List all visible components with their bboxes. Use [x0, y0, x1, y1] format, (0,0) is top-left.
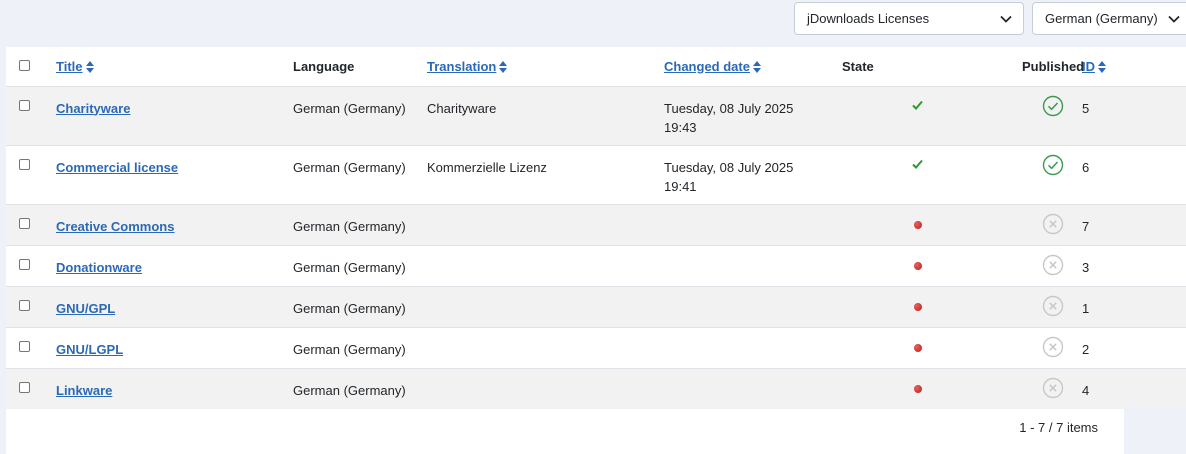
table-row: Creative Commons German (Germany) 7 — [6, 204, 1186, 245]
content-type-select-value: jDownloads Licenses — [807, 11, 930, 26]
row-language: German (Germany) — [293, 100, 406, 116]
translation-header-label: Translation — [427, 58, 497, 74]
pagination-summary: 1 - 7 / 7 items — [1019, 420, 1098, 435]
row-id: 6 — [1082, 159, 1090, 175]
row-translation — [427, 246, 664, 258]
sort-icon — [499, 61, 508, 74]
row-title-link[interactable]: Creative Commons — [56, 219, 174, 234]
table-row: Charityware German (Germany) Charityware Tu… — [6, 86, 1186, 145]
row-state — [842, 145, 1004, 204]
sort-icon — [85, 61, 94, 74]
sort-title-link[interactable]: Title — [56, 59, 83, 74]
row-language: German (Germany) — [293, 218, 406, 234]
published-header: Published — [1022, 58, 1085, 74]
row-changed-time: 19:43 — [664, 119, 697, 135]
chevron-down-icon — [1168, 15, 1180, 23]
row-state — [842, 368, 1004, 409]
sort-changed-date-link[interactable]: Changed date — [664, 59, 750, 74]
missing-dot-icon — [914, 220, 922, 229]
row-translation — [427, 205, 664, 217]
language-select[interactable]: German (Germany) — [1032, 2, 1186, 35]
row-id: 4 — [1082, 382, 1090, 398]
row-checkbox[interactable] — [19, 299, 30, 311]
table-header-row: Title Language Translation Changed date … — [6, 47, 1186, 86]
table-row: Donationware German (Germany) 3 — [6, 245, 1186, 286]
row-checkbox[interactable] — [19, 217, 30, 229]
language-select-value: German (Germany) — [1045, 11, 1158, 26]
row-id: 2 — [1082, 341, 1090, 357]
table-row: Commercial license German (Germany) Kommer… — [6, 145, 1186, 204]
sort-translation-link[interactable]: Translation — [427, 59, 496, 74]
row-translation: Kommerzielle Lizenz — [427, 159, 547, 175]
missing-dot-icon — [914, 343, 922, 352]
unpublished-x-icon[interactable] — [1042, 377, 1064, 399]
published-check-icon[interactable] — [1042, 95, 1064, 117]
missing-dot-icon — [914, 384, 922, 393]
row-state — [842, 327, 1004, 368]
row-language: German (Germany) — [293, 159, 406, 175]
unpublished-x-icon[interactable] — [1042, 213, 1064, 235]
row-title-link[interactable]: Linkware — [56, 383, 112, 398]
table-row: GNU/LGPL German (Germany) 2 — [6, 327, 1186, 368]
sort-id-link[interactable]: ID — [1082, 59, 1095, 74]
check-icon — [912, 100, 923, 110]
sort-icon — [752, 61, 761, 74]
row-id: 1 — [1082, 300, 1090, 316]
table-row: GNU/GPL German (Germany) 1 — [6, 286, 1186, 327]
row-state — [842, 86, 1004, 145]
row-changed-date: Tuesday, 08 July 2025 — [664, 100, 794, 116]
row-translation — [427, 369, 664, 381]
row-id: 7 — [1082, 218, 1090, 234]
row-id: 3 — [1082, 259, 1090, 275]
title-header-label: Title — [56, 58, 83, 74]
footer-gap — [1124, 408, 1186, 454]
row-checkbox[interactable] — [19, 158, 30, 170]
row-title-link[interactable]: Commercial license — [56, 160, 178, 175]
row-title-link[interactable]: GNU/LGPL — [56, 342, 123, 357]
row-language: German (Germany) — [293, 341, 406, 357]
sort-icon — [1098, 61, 1106, 74]
select-all-checkbox[interactable] — [19, 60, 30, 72]
row-title-link[interactable]: Charityware — [56, 101, 130, 116]
state-header: State — [842, 58, 874, 74]
row-state — [842, 286, 1004, 327]
language-header: Language — [293, 58, 355, 74]
row-translation — [427, 328, 664, 340]
chevron-down-icon — [1000, 15, 1012, 23]
unpublished-x-icon[interactable] — [1042, 336, 1064, 358]
row-changed-time: 19:41 — [664, 178, 697, 194]
translations-panel: Title Language Translation Changed date … — [6, 47, 1186, 454]
missing-dot-icon — [914, 261, 922, 270]
row-checkbox[interactable] — [19, 99, 30, 111]
row-title-link[interactable]: GNU/GPL — [56, 301, 115, 316]
translations-table: Title Language Translation Changed date … — [6, 47, 1186, 409]
row-language: German (Germany) — [293, 259, 406, 275]
row-language: German (Germany) — [293, 300, 406, 316]
row-state — [842, 245, 1004, 286]
content-type-select[interactable]: jDownloads Licenses — [794, 2, 1024, 35]
row-id: 5 — [1082, 100, 1090, 116]
row-state — [842, 204, 1004, 245]
row-checkbox[interactable] — [19, 340, 30, 352]
check-icon — [912, 159, 923, 169]
row-language: German (Germany) — [293, 382, 406, 398]
unpublished-x-icon[interactable] — [1042, 295, 1064, 317]
changed-header-label: Changed date — [664, 58, 750, 74]
row-checkbox[interactable] — [19, 258, 30, 270]
row-translation: Charityware — [427, 100, 497, 116]
unpublished-x-icon[interactable] — [1042, 254, 1064, 276]
table-row: Linkware German (Germany) 4 — [6, 368, 1186, 409]
id-header-label: ID — [1082, 58, 1095, 74]
row-translation — [427, 287, 664, 299]
row-changed-date: Tuesday, 08 July 2025 — [664, 159, 794, 175]
row-title-link[interactable]: Donationware — [56, 260, 142, 275]
missing-dot-icon — [914, 302, 922, 311]
published-check-icon[interactable] — [1042, 154, 1064, 176]
row-checkbox[interactable] — [19, 381, 30, 393]
